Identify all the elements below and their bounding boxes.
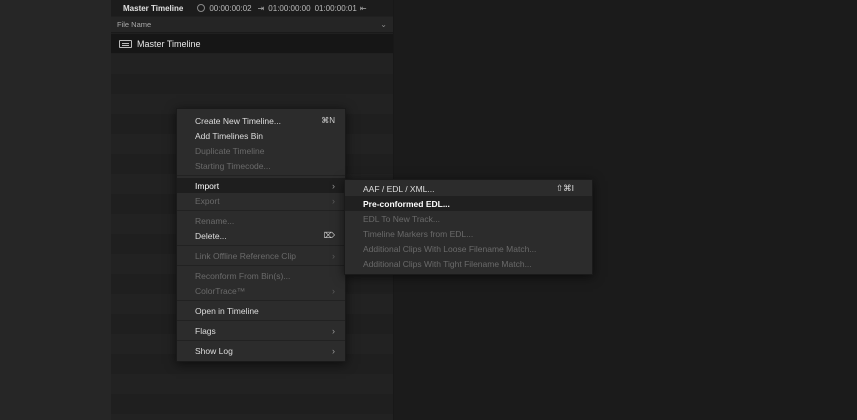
empty-row <box>111 374 393 394</box>
menu-item-starting-timecode: Starting Timecode... <box>177 158 345 173</box>
menu-item-label: Import <box>195 180 220 191</box>
chevron-down-icon[interactable]: ⌄ <box>380 20 387 29</box>
panel-header: Master Timeline 00:00:00:02 ⇥ 01:00:00:0… <box>111 0 393 16</box>
menu-item-label: Additional Clips With Loose Filename Mat… <box>363 243 537 254</box>
menu-item-open-in-timeline[interactable]: Open in Timeline <box>177 303 345 318</box>
menu-item-flags[interactable]: Flags › <box>177 323 345 338</box>
empty-row <box>111 394 393 414</box>
menu-item-shortcut: ⌦ <box>323 231 335 240</box>
menu-item-import[interactable]: Import › <box>177 178 345 193</box>
menu-item-label: Rename... <box>195 215 235 226</box>
submenu-item-pre-conformed-edl[interactable]: Pre-conformed EDL... <box>345 196 592 211</box>
in-point-icon: ⇥ <box>257 3 265 13</box>
menu-item-shortcut: ⇧⌘I <box>556 183 574 193</box>
empty-row <box>111 74 393 94</box>
menu-item-colortrace: ColorTrace™ › <box>177 283 345 298</box>
menu-item-label: Add Timelines Bin <box>195 130 264 141</box>
menu-item-add-timelines-bin[interactable]: Add Timelines Bin <box>177 128 345 143</box>
timecode-out: 01:00:00:01 <box>314 3 357 13</box>
app-window: Master Timeline 00:00:00:02 ⇥ 01:00:00:0… <box>0 0 857 420</box>
chevron-right-icon: › <box>332 345 335 356</box>
empty-row <box>111 54 393 74</box>
menu-separator <box>177 245 345 246</box>
panel-title: Master Timeline <box>123 3 184 13</box>
menu-item-label: EDL To New Track... <box>363 213 440 224</box>
chevron-right-icon: › <box>332 325 335 336</box>
list-item[interactable]: Master Timeline <box>111 34 393 53</box>
menu-item-show-log[interactable]: Show Log › <box>177 343 345 358</box>
menu-item-label: Show Log <box>195 345 233 356</box>
menu-item-label: Flags <box>195 325 216 336</box>
menu-item-label: Link Offline Reference Clip <box>195 250 296 261</box>
menu-item-reconform-from-bins: Reconform From Bin(s)... <box>177 268 345 283</box>
column-header[interactable]: File Name ⌄ <box>111 17 393 33</box>
menu-item-shortcut: ⌘N <box>321 116 335 125</box>
menu-item-label: Delete... <box>195 230 227 241</box>
timeline-icon <box>119 39 132 48</box>
menu-item-duplicate-timeline: Duplicate Timeline <box>177 143 345 158</box>
submenu-item-loose-filename-match: Additional Clips With Loose Filename Mat… <box>345 241 592 256</box>
empty-row <box>111 414 393 420</box>
submenu-item-tight-filename-match: Additional Clips With Tight Filename Mat… <box>345 256 592 271</box>
menu-item-label: Duplicate Timeline <box>195 145 265 156</box>
menu-item-label: ColorTrace™ <box>195 285 246 296</box>
menu-item-label: Open in Timeline <box>195 305 259 316</box>
menu-item-label: Additional Clips With Tight Filename Mat… <box>363 258 532 269</box>
menu-item-label: Starting Timecode... <box>195 160 271 171</box>
timecode-in: 01:00:00:00 <box>268 3 311 13</box>
menu-item-create-new-timeline[interactable]: Create New Timeline... ⌘N <box>177 113 345 128</box>
menu-item-label: AAF / EDL / XML... <box>363 183 435 194</box>
menu-separator <box>177 210 345 211</box>
menu-item-export: Export › <box>177 193 345 208</box>
menu-separator <box>177 340 345 341</box>
chevron-right-icon: › <box>332 285 335 296</box>
menu-item-label: Timeline Markers from EDL... <box>363 228 474 239</box>
menu-item-link-offline-reference-clip: Link Offline Reference Clip › <box>177 248 345 263</box>
chevron-right-icon: › <box>332 195 335 206</box>
menu-separator <box>177 265 345 266</box>
menu-item-label: Reconform From Bin(s)... <box>195 270 291 281</box>
out-point-icon: ⇤ <box>359 3 367 13</box>
submenu-item-aaf-edl-xml[interactable]: AAF / EDL / XML... ⇧⌘I <box>345 181 592 196</box>
submenu-item-edl-to-new-track: EDL To New Track... <box>345 211 592 226</box>
clock-icon <box>197 4 206 12</box>
context-menu: Create New Timeline... ⌘N Add Timelines … <box>176 108 346 362</box>
menu-item-delete[interactable]: Delete... ⌦ <box>177 228 345 243</box>
left-panel-strip <box>0 0 111 420</box>
menu-separator <box>177 300 345 301</box>
timecode-current: 00:00:00:02 <box>209 3 252 13</box>
menu-item-label: Create New Timeline... <box>195 115 281 126</box>
column-header-file-name[interactable]: File Name <box>117 20 151 29</box>
menu-separator <box>177 175 345 176</box>
list-item-label: Master Timeline <box>137 38 201 49</box>
menu-item-label: Export <box>195 195 220 206</box>
menu-separator <box>177 320 345 321</box>
menu-item-rename: Rename... <box>177 213 345 228</box>
chevron-right-icon: › <box>332 250 335 261</box>
chevron-right-icon: › <box>332 180 335 191</box>
submenu-item-timeline-markers-from-edl: Timeline Markers from EDL... <box>345 226 592 241</box>
import-submenu: AAF / EDL / XML... ⇧⌘I Pre-conformed EDL… <box>344 179 593 275</box>
menu-item-label: Pre-conformed EDL... <box>363 198 450 209</box>
